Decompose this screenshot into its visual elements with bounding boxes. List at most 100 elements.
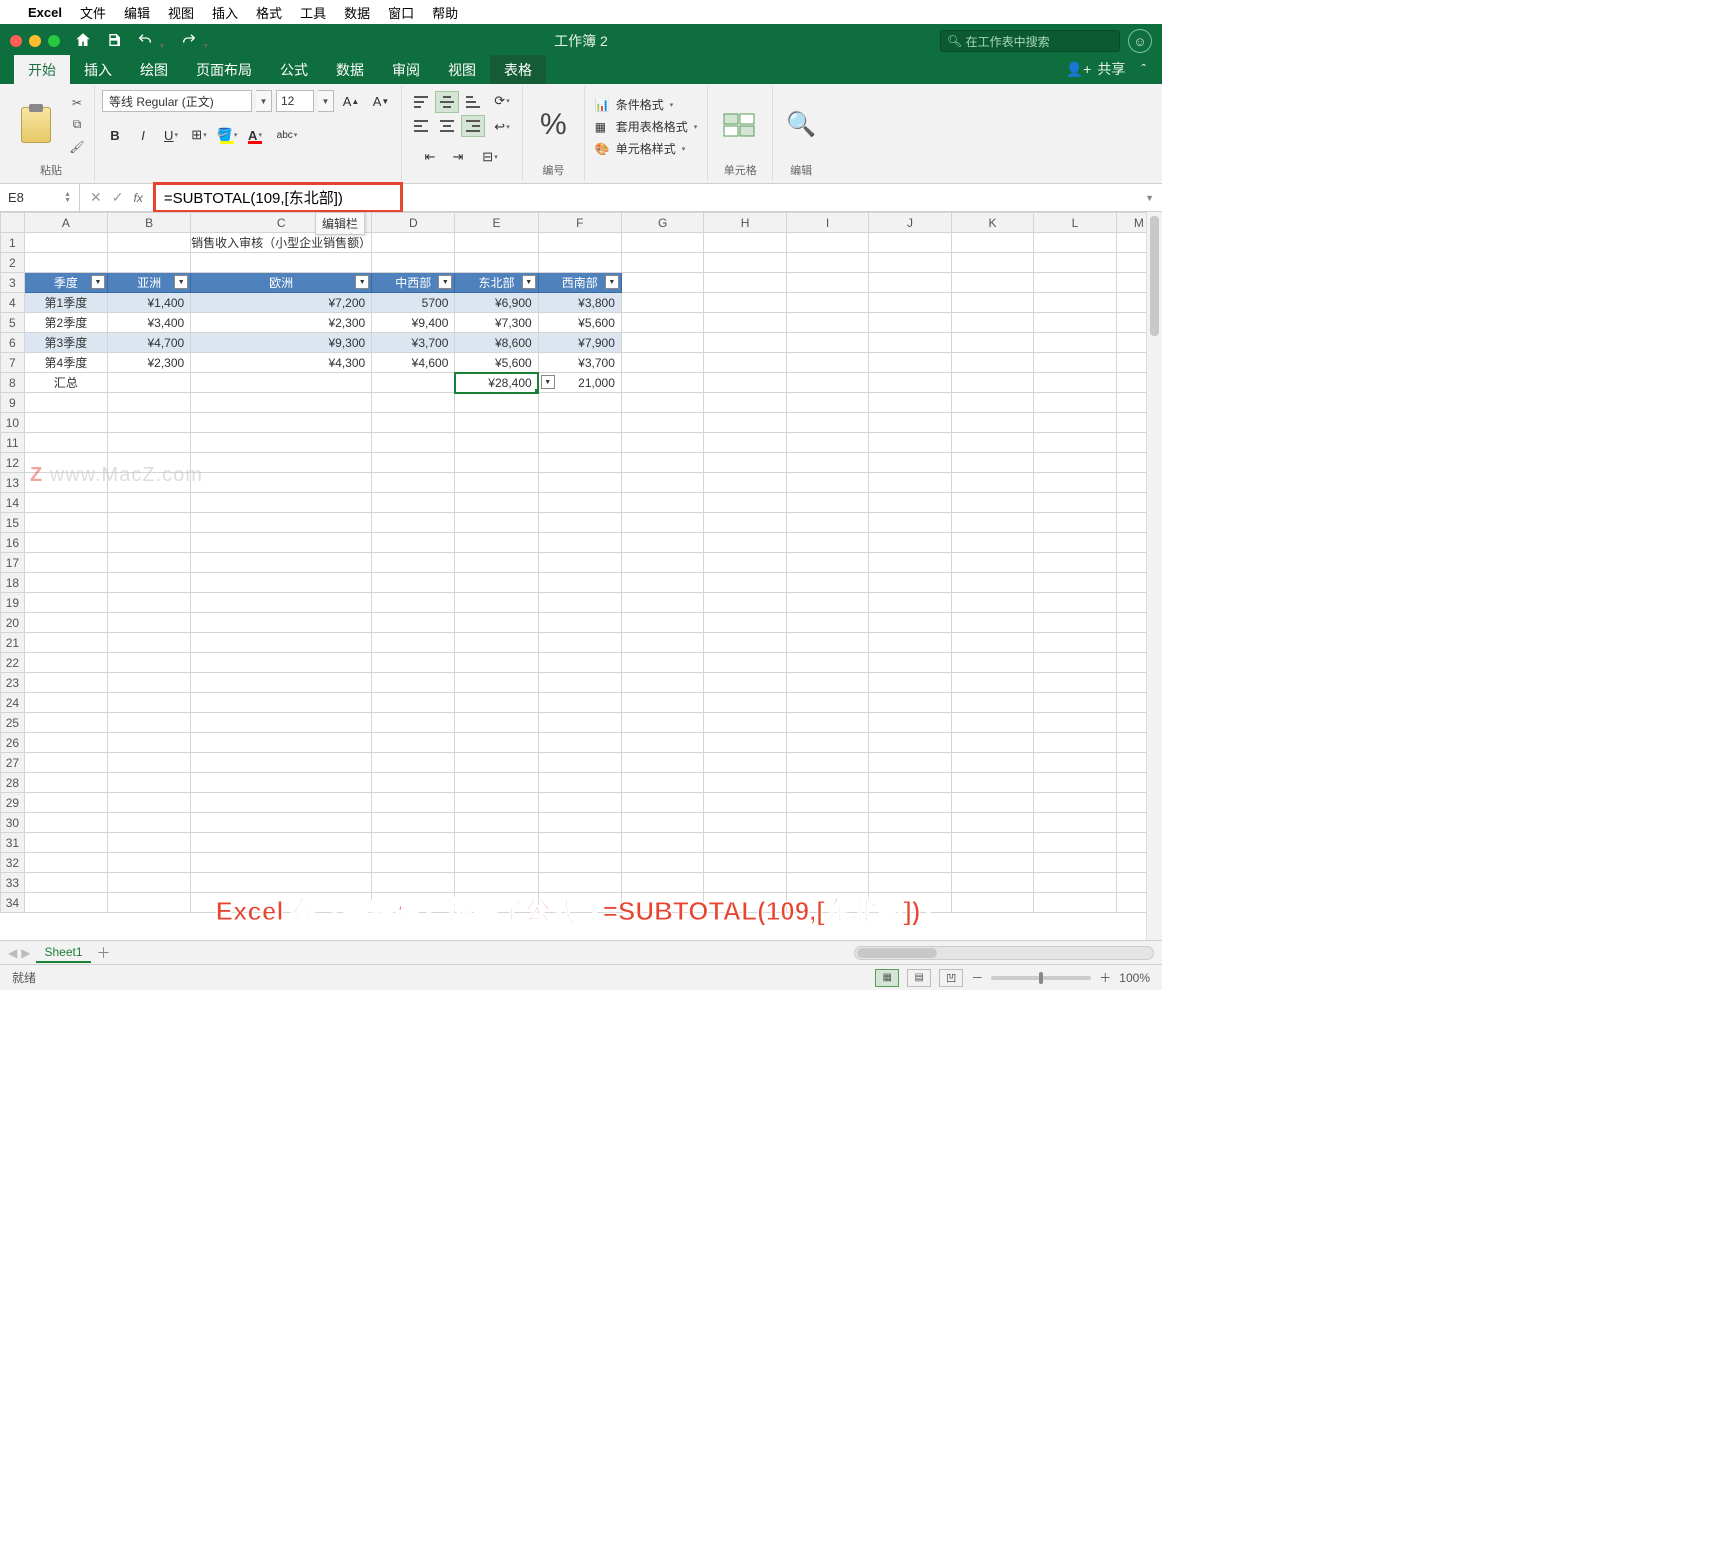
cell-L4[interactable] (1034, 293, 1116, 313)
cell-D16[interactable] (372, 533, 455, 553)
wrap-text-icon[interactable]: ↩▾ (489, 115, 515, 139)
merge-icon[interactable]: ⊟▾ (473, 145, 507, 169)
cell-F7[interactable]: ¥3,700 (538, 353, 621, 373)
cell-F26[interactable] (538, 733, 621, 753)
cell-J8[interactable] (869, 373, 951, 393)
cell-F16[interactable] (538, 533, 621, 553)
cell-B27[interactable] (107, 753, 190, 773)
row-header-2[interactable]: 2 (1, 253, 25, 273)
vertical-scrollbar[interactable] (1146, 212, 1162, 940)
cell-F3[interactable]: 西南部▼ (538, 273, 621, 293)
cell-H16[interactable] (704, 533, 787, 553)
cell-C27[interactable] (191, 753, 372, 773)
cell-J5[interactable] (869, 313, 951, 333)
cell-A2[interactable] (24, 253, 107, 273)
cell-L25[interactable] (1034, 713, 1116, 733)
cell-C33[interactable] (191, 873, 372, 893)
col-header-J[interactable]: J (869, 213, 951, 233)
menu-view[interactable]: 视图 (168, 3, 194, 22)
cell-F12[interactable] (538, 453, 621, 473)
cell-B22[interactable] (107, 653, 190, 673)
cell-A6[interactable]: 第3季度 (24, 333, 107, 353)
row-header-7[interactable]: 7 (1, 353, 25, 373)
row-header-32[interactable]: 32 (1, 853, 25, 873)
row-header-27[interactable]: 27 (1, 753, 25, 773)
cell-D18[interactable] (372, 573, 455, 593)
cell-B21[interactable] (107, 633, 190, 653)
tab-home[interactable]: 开始 (14, 55, 70, 84)
cell-J22[interactable] (869, 653, 951, 673)
cell-B29[interactable] (107, 793, 190, 813)
cell-B11[interactable] (107, 433, 190, 453)
cell-D9[interactable] (372, 393, 455, 413)
cell-I7[interactable] (786, 353, 868, 373)
cell-E11[interactable] (455, 433, 538, 453)
cell-C12[interactable] (191, 453, 372, 473)
cell-H26[interactable] (704, 733, 787, 753)
cell-L33[interactable] (1034, 873, 1116, 893)
menu-insert[interactable]: 插入 (212, 3, 238, 22)
cell-K2[interactable] (951, 253, 1033, 273)
cell-G6[interactable] (621, 333, 704, 353)
col-header-G[interactable]: G (621, 213, 704, 233)
cell-L21[interactable] (1034, 633, 1116, 653)
cell-L17[interactable] (1034, 553, 1116, 573)
cell-G21[interactable] (621, 633, 704, 653)
cell-C29[interactable] (191, 793, 372, 813)
name-box[interactable]: E8 ▲▼ (0, 184, 80, 211)
row-header-23[interactable]: 23 (1, 673, 25, 693)
cell-D11[interactable] (372, 433, 455, 453)
row-header-22[interactable]: 22 (1, 653, 25, 673)
cell-B18[interactable] (107, 573, 190, 593)
cancel-formula-icon[interactable]: ✕ (90, 189, 102, 206)
row-header-4[interactable]: 4 (1, 293, 25, 313)
col-header-I[interactable]: I (786, 213, 868, 233)
cell-K14[interactable] (951, 493, 1033, 513)
cell-L31[interactable] (1034, 833, 1116, 853)
cell-D24[interactable] (372, 693, 455, 713)
cell-A25[interactable] (24, 713, 107, 733)
menu-format[interactable]: 格式 (256, 3, 282, 22)
cell-I27[interactable] (786, 753, 868, 773)
italic-button[interactable]: I (130, 123, 156, 147)
cell-H17[interactable] (704, 553, 787, 573)
cell-G26[interactable] (621, 733, 704, 753)
cell-D14[interactable] (372, 493, 455, 513)
cell-C10[interactable] (191, 413, 372, 433)
tab-draw[interactable]: 绘图 (126, 55, 182, 84)
cell-E32[interactable] (455, 853, 538, 873)
cell-G13[interactable] (621, 473, 704, 493)
row-header-12[interactable]: 12 (1, 453, 25, 473)
cell-I24[interactable] (786, 693, 868, 713)
cell-F31[interactable] (538, 833, 621, 853)
cell-D26[interactable] (372, 733, 455, 753)
cell-H23[interactable] (704, 673, 787, 693)
cell-D12[interactable] (372, 453, 455, 473)
cell-H6[interactable] (704, 333, 787, 353)
align-right-icon[interactable] (461, 115, 485, 137)
cell-F29[interactable] (538, 793, 621, 813)
cell-G4[interactable] (621, 293, 704, 313)
cell-A10[interactable] (24, 413, 107, 433)
cell-C22[interactable] (191, 653, 372, 673)
cell-G8[interactable] (621, 373, 704, 393)
row-header-3[interactable]: 3 (1, 273, 25, 293)
fx-icon[interactable]: fx (133, 191, 142, 205)
align-bottom-icon[interactable] (461, 91, 485, 113)
cell-I25[interactable] (786, 713, 868, 733)
close-button[interactable] (10, 35, 22, 47)
tab-review[interactable]: 审阅 (378, 55, 434, 84)
edit-button[interactable]: 🔍 (780, 108, 822, 141)
cell-J28[interactable] (869, 773, 951, 793)
cell-F27[interactable] (538, 753, 621, 773)
filter-dropdown-icon[interactable]: ▼ (355, 275, 369, 289)
cell-E28[interactable] (455, 773, 538, 793)
filter-dropdown-icon[interactable]: ▼ (605, 275, 619, 289)
cell-K15[interactable] (951, 513, 1033, 533)
row-header-5[interactable]: 5 (1, 313, 25, 333)
cell-F8[interactable]: 21,000▼ (538, 373, 621, 393)
cell-A24[interactable] (24, 693, 107, 713)
row-header-16[interactable]: 16 (1, 533, 25, 553)
cell-E13[interactable] (455, 473, 538, 493)
cell-H31[interactable] (704, 833, 787, 853)
